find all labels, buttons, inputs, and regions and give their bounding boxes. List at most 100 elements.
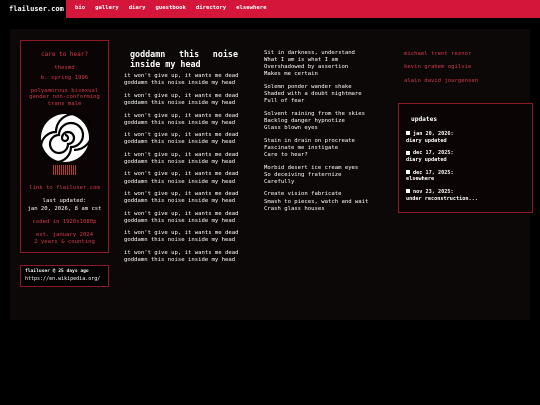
nav-elsewhere[interactable]: elsewhere [236, 5, 266, 12]
lyric-line: Stain in drain on procreate [264, 137, 355, 144]
lyric-line: Carefully [264, 178, 295, 185]
update-date: dec 17, 2025: [413, 169, 454, 176]
updates-box: updates jan 20, 2026: diary updated dec 17… [398, 103, 533, 213]
poem-column: goddamn this noise inside my head it won… [124, 49, 244, 269]
lyric-line: Shaded with a doubt nightmare [264, 91, 362, 98]
update-item: dec 17, 2025: diary updated [406, 150, 532, 163]
refrain-line-a: it won't give up, it wants me dead [124, 112, 239, 119]
name-item: alain david jourgensen [404, 77, 479, 84]
refrain-line-b: goddamn this noise inside my head [124, 100, 236, 107]
bullet-square-icon [406, 189, 410, 194]
top-nav-bar: flailuser.com bio gallery diary guestboo… [0, 0, 540, 18]
lyric-line: Backlog danger hypnotize [264, 118, 345, 125]
refrain-line-a: it won't give up, it wants me dead [124, 92, 239, 99]
refrain-line-b: goddamn this noise inside my head [124, 139, 236, 146]
refrain-line-a: it won't give up, it wants me dead [124, 171, 239, 178]
identity-line: trans male [47, 100, 82, 107]
lyric-stanza: Morbid desert ice cream eyes So deceiving… [264, 165, 390, 186]
refrain-pair: it won't give up, it wants me dead goddam… [124, 152, 244, 166]
profile-card: care to hear? thesmd b. spring 1996 poly… [20, 40, 109, 253]
refrain-line-b: goddamn this noise inside my head [124, 119, 236, 126]
lyric-stanza: Solemn ponder wander shake Shaded with a … [264, 84, 390, 105]
refrain-line-a: it won't give up, it wants me dead [124, 249, 239, 256]
lyric-line: Solvent raining from the skies [264, 110, 366, 117]
bullet-square-icon [406, 150, 410, 155]
poem-title: goddamn this noise inside my head [130, 49, 238, 69]
lyric-line: So deceiving fraternize [264, 171, 342, 178]
nav-gallery[interactable]: gallery [95, 5, 119, 12]
refrain-line-a: it won't give up, it wants me dead [124, 151, 239, 158]
update-item: jan 20, 2026: diary updated [406, 131, 532, 144]
lyric-line: Smash to pieces, watch and wait [264, 198, 369, 205]
refrain-pair: it won't give up, it wants me dead goddam… [124, 132, 244, 146]
last-updated-label: last updated: [42, 198, 87, 205]
site-link[interactable]: link to flailuser.com [21, 185, 108, 192]
lyric-line: Solemn ponder wander shake [264, 84, 352, 91]
last-updated: last updated: jan 20, 2026, 8 am cst [21, 198, 108, 212]
chat-header: flailuser @ 25 days ago [25, 269, 89, 274]
site-brand[interactable]: flailuser.com [0, 0, 66, 18]
nav-bio[interactable]: bio [75, 5, 85, 12]
est-line: est. january 2024 [35, 231, 94, 238]
update-text: elsewhere [406, 176, 435, 183]
name-item: kevin grahem ogilvie [404, 64, 472, 71]
refrain-line-a: it won't give up, it wants me dead [124, 190, 239, 197]
update-item: nov 23, 2025: under reconstruction... [406, 189, 532, 202]
lyric-line: What I am is what I am [264, 57, 339, 64]
names-list: michael trent reznor kevin grahem ogilvi… [404, 51, 478, 91]
refrain-line-b: goddamn this noise inside my head [124, 237, 236, 244]
chat-widget[interactable]: flailuser @ 25 days ago https://en.wikip… [20, 265, 109, 287]
barcode-stamp-icon [52, 165, 77, 176]
est-line: 2 years & counting [34, 238, 95, 245]
nav-diary[interactable]: diary [129, 5, 146, 12]
lyrics-column: Sit in darkness, understand What I am is … [264, 50, 390, 218]
coded-note: coded in 1920x1080p [32, 218, 97, 225]
refrain-line-b: goddamn this noise inside my head [124, 217, 236, 224]
lyric-line: Crash glass houses [264, 205, 325, 212]
refrain-pair: it won't give up, it wants me dead goddam… [124, 230, 244, 244]
nav-guestbook[interactable]: guestbook [156, 5, 186, 12]
refrain-line-b: goddamn this noise inside my head [124, 198, 236, 205]
refrain-line-b: goddamn this noise inside my head [124, 80, 236, 87]
updates-title: updates [411, 116, 438, 123]
lyric-stanza: Create vision fabricate Smash to pieces, … [264, 191, 390, 212]
refrain-pair: it won't give up, it wants me dead goddam… [124, 73, 244, 87]
profile-name: thesmd [54, 64, 75, 71]
chat-author: flailuser [25, 269, 50, 274]
update-date: dec 17, 2025: [413, 150, 454, 157]
update-item: dec 17, 2025: elsewhere [406, 170, 532, 183]
update-text: diary updated [406, 156, 447, 163]
refrain-line-b: goddamn this noise inside my head [124, 178, 236, 185]
refrain-list: it won't give up, it wants me dead goddam… [124, 73, 244, 264]
profile-tagline: care to hear? [41, 51, 88, 58]
profile-born: b. spring 1996 [40, 74, 89, 81]
refrain-pair: it won't give up, it wants me dead goddam… [124, 171, 244, 185]
bullet-square-icon [406, 131, 410, 136]
update-text: under reconstruction... [406, 195, 478, 202]
update-date: jan 20, 2026: [413, 130, 454, 137]
nav-directory[interactable]: directory [196, 5, 226, 12]
nav-links: bio gallery diary guestbook directory el… [66, 0, 271, 18]
chat-message-link[interactable]: https://en.wikipedia.org/ [21, 275, 108, 282]
refrain-pair: it won't give up, it wants me dead goddam… [124, 93, 244, 107]
refrain-line-a: it won't give up, it wants me dead [124, 210, 239, 217]
lyric-line: Sit in darkness, understand [264, 50, 355, 56]
lyric-line: Full of fear [264, 98, 305, 105]
lyric-line: Glass blown eyes [264, 125, 318, 132]
refrain-line-b: goddamn this noise inside my head [124, 158, 236, 165]
profile-identity: polyamorous bisexual gender non-conformi… [21, 88, 108, 107]
lyric-stanza: Sit in darkness, understand What I am is … [264, 50, 390, 79]
lyric-line: Overshadowed by assertion [264, 64, 349, 71]
last-updated-date: jan 20, 2026, 8 am cst [27, 205, 102, 212]
chat-age: 25 days ago [58, 269, 89, 274]
lyric-stanza: Stain in drain on procreate Fascinate me … [264, 138, 390, 159]
update-text: diary updated [406, 137, 447, 144]
update-date: nov 23, 2025: [413, 188, 454, 195]
bullet-square-icon [406, 170, 410, 175]
lyric-stanza: Solvent raining from the skies Backlog da… [264, 111, 390, 132]
refrain-line-a: it won't give up, it wants me dead [124, 73, 239, 80]
refrain-pair: it won't give up, it wants me dead goddam… [124, 250, 244, 264]
refrain-line-a: it won't give up, it wants me dead [124, 132, 239, 139]
spiral-avatar-icon [39, 113, 90, 164]
lyric-line: Fascinate me instigate [264, 144, 339, 151]
